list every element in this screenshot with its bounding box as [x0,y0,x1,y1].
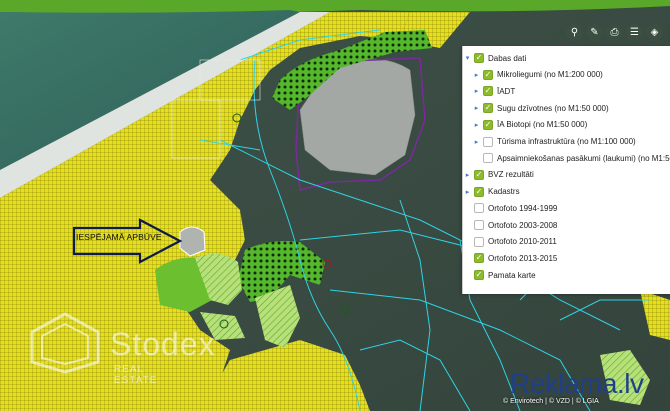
layer-checkbox[interactable]: ✓ [474,169,484,180]
layer-label: ĪADT [497,86,516,96]
layer-label: Ortofoto 1994-1999 [488,203,558,213]
layer-row[interactable]: ▾ ✓ Dabas dati [463,50,526,66]
layer-label: ĪA Biotopi (no M1:50 000) [497,120,588,130]
layers-icon[interactable]: ◈ [646,24,663,41]
layer-checkbox[interactable]: ✓ [474,270,484,281]
layer-row[interactable]: ✓ Pamata karte [463,267,536,283]
layer-checkbox[interactable] [483,136,493,147]
expand-arrow-icon[interactable]: ▸ [472,71,481,79]
layer-row[interactable]: ▸ ✓ ĪADT [472,83,515,99]
reklama-name: Reklama [510,368,617,399]
layer-label: Apsaimniekošanas pasākumi (laukumi) (no … [497,153,670,163]
layer-checkbox[interactable] [474,220,484,230]
layer-row[interactable]: ▸ ✓ Sugu dzīvotnes (no M1:50 000) [472,100,609,116]
layer-row[interactable]: Ortofoto 1994-1999 [463,200,557,216]
layer-label: Kadastrs [488,187,520,197]
expand-arrow-icon[interactable]: ▸ [472,138,481,146]
watermark-sub: REAL ESTATE [114,364,158,386]
reklama-tld: .lv [616,368,644,399]
layer-checkbox[interactable] [474,203,484,214]
layer-checkbox[interactable]: ✓ [474,253,484,264]
layer-row[interactable]: ✓ Ortofoto 2013-2015 [463,250,557,266]
list-icon[interactable]: ☰ [626,24,643,41]
layer-checkbox[interactable] [483,153,493,164]
layer-label: Tūrisma infrastruktūra (no M1:100 000) [497,137,636,146]
layer-checkbox[interactable]: ✓ [474,186,484,197]
layer-row[interactable]: Apsaimniekošanas pasākumi (laukumi) (no … [472,150,670,166]
map-toolbar: ⚲ ✎ ⎙ ☰ ◈ [566,24,663,41]
layer-label: Ortofoto 2003-2008 [488,220,558,230]
layer-label: Sugu dzīvotnes (no M1:50 000) [497,103,609,113]
location-pin-icon[interactable]: ⚲ [566,24,583,41]
layer-row[interactable]: Ortofoto 2010-2011 [463,234,557,250]
map-credits: © Envirotech | © VZD | © LĢIA [503,398,599,405]
layer-row[interactable]: Ortofoto 2003-2008 [463,217,557,233]
layer-label: BVZ rezultāti [488,170,534,180]
layer-row[interactable]: ▸ ✓ ĪA Biotopi (no M1:50 000) [472,117,587,133]
expand-arrow-icon[interactable]: ▸ [463,171,472,179]
ruler-pencil-icon[interactable]: ✎ [586,24,603,41]
layer-checkbox[interactable]: ✓ [483,86,493,97]
layers-panel: ▾ ✓ Dabas dati ▸ ✓ Mikroliegumi (no M1:200 00… [462,46,670,294]
expand-arrow-icon[interactable]: ▸ [472,104,481,112]
watermark-brand: Stodex [110,326,216,362]
layer-row[interactable]: ▸ ✓ Kadastrs [463,184,520,200]
expand-arrow-icon[interactable]: ▸ [472,87,481,95]
layer-label: Ortofoto 2010-2011 [488,237,557,247]
layer-checkbox[interactable]: ✓ [483,119,493,130]
print-icon[interactable]: ⎙ [606,24,623,41]
annotation-label: IESPĒJAMĀ APBŪVE [76,232,162,242]
layer-checkbox[interactable]: ✓ [474,53,484,63]
layer-row[interactable]: ▸ ✓ Mikroliegumi (no M1:200 000) [472,67,603,83]
layer-label: Ortofoto 2013-2015 [488,253,558,263]
expand-arrow-icon[interactable]: ▸ [463,188,472,196]
layer-checkbox[interactable] [474,236,484,247]
expand-arrow-icon[interactable]: ▸ [472,121,481,129]
layer-checkbox[interactable]: ✓ [483,103,493,114]
layer-checkbox[interactable]: ✓ [483,69,493,80]
reklama-logo[interactable]: Reklama.lv [510,368,644,400]
stodex-logo-icon [30,312,100,374]
layer-row[interactable]: ▸ ✓ BVZ rezultāti [463,167,534,183]
layer-label: Mikroliegumi (no M1:200 000) [497,70,603,80]
layer-label: Dabas dati [488,53,527,63]
layer-row[interactable]: ▸ Tūrisma infrastruktūra (no M1:100 000) [472,134,636,150]
layer-label: Pamata karte [488,270,536,280]
collapse-arrow-icon[interactable]: ▾ [463,54,472,62]
